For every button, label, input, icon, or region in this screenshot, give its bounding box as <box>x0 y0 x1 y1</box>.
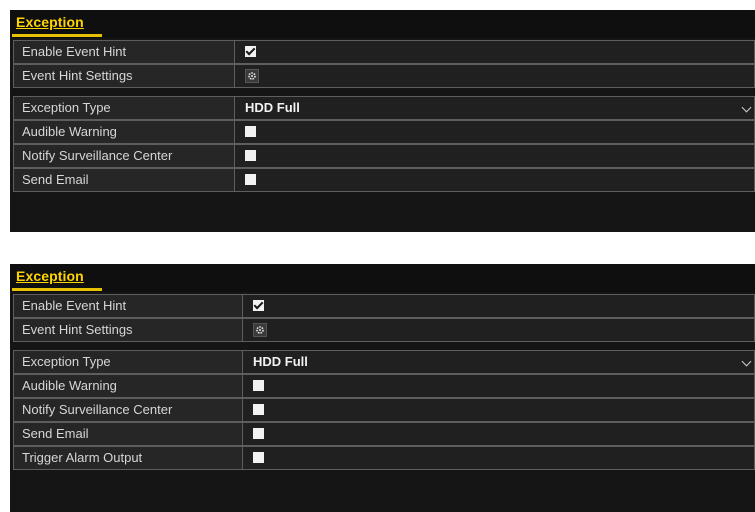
value-cell <box>235 168 755 192</box>
row-enable-event-hint: Enable Event Hint <box>13 294 755 318</box>
gear-icon <box>248 72 256 80</box>
row-label: Enable Event Hint <box>13 294 243 318</box>
value-cell <box>243 422 755 446</box>
row-notify-surveillance-center: Notify Surveillance Center <box>13 398 755 422</box>
exception-panel-top: Exception Enable Event Hint Event Hint S… <box>10 10 755 232</box>
row-send-email: Send Email <box>13 422 755 446</box>
value-cell <box>235 40 755 64</box>
event-hint-settings-button[interactable] <box>245 69 259 83</box>
enable-event-hint-checkbox[interactable] <box>245 46 256 57</box>
row-label: Enable Event Hint <box>13 40 235 64</box>
value-cell <box>235 120 755 144</box>
row-event-hint-settings: Event Hint Settings <box>13 64 755 88</box>
row-notify-surveillance-center: Notify Surveillance Center <box>13 144 755 168</box>
panel-header: Exception <box>10 264 755 292</box>
trigger-alarm-output-checkbox[interactable] <box>253 452 264 463</box>
tab-underline <box>12 288 102 291</box>
row-send-email: Send Email <box>13 168 755 192</box>
send-email-checkbox[interactable] <box>253 428 264 439</box>
row-label: Audible Warning <box>13 120 235 144</box>
value-cell <box>243 318 755 342</box>
row-label: Audible Warning <box>13 374 243 398</box>
exception-options-group: Exception Type HDD Full Audible Warning … <box>13 96 755 192</box>
gear-icon <box>256 326 264 334</box>
exception-type-select[interactable]: HDD Full <box>243 350 755 374</box>
chevron-down-icon <box>741 102 752 113</box>
send-email-checkbox[interactable] <box>245 174 256 185</box>
exception-panel-bottom: Exception Enable Event Hint Event Hint S… <box>10 264 755 512</box>
tab-exception[interactable]: Exception <box>16 14 84 30</box>
row-exception-type: Exception Type HDD Full <box>13 350 755 374</box>
exception-type-value: HDD Full <box>253 354 308 369</box>
value-cell <box>243 294 755 318</box>
exception-options-group: Exception Type HDD Full Audible Warning … <box>13 350 755 470</box>
row-label: Event Hint Settings <box>13 64 235 88</box>
row-label: Send Email <box>13 422 243 446</box>
row-label: Exception Type <box>13 350 243 374</box>
exception-type-select[interactable]: HDD Full <box>235 96 755 120</box>
tab-exception[interactable]: Exception <box>16 268 84 284</box>
value-cell <box>235 64 755 88</box>
row-exception-type: Exception Type HDD Full <box>13 96 755 120</box>
event-hint-settings-button[interactable] <box>253 323 267 337</box>
row-label: Send Email <box>13 168 235 192</box>
notify-surveillance-center-checkbox[interactable] <box>253 404 264 415</box>
row-label: Notify Surveillance Center <box>13 144 235 168</box>
enable-event-hint-checkbox[interactable] <box>253 300 264 311</box>
value-cell <box>243 398 755 422</box>
row-audible-warning: Audible Warning <box>13 120 755 144</box>
row-label: Event Hint Settings <box>13 318 243 342</box>
value-cell <box>243 446 755 470</box>
row-trigger-alarm-output: Trigger Alarm Output <box>13 446 755 470</box>
audible-warning-checkbox[interactable] <box>245 126 256 137</box>
row-label: Trigger Alarm Output <box>13 446 243 470</box>
audible-warning-checkbox[interactable] <box>253 380 264 391</box>
hint-settings-group: Enable Event Hint Event Hint Settings <box>13 40 755 88</box>
row-enable-event-hint: Enable Event Hint <box>13 40 755 64</box>
row-event-hint-settings: Event Hint Settings <box>13 318 755 342</box>
row-audible-warning: Audible Warning <box>13 374 755 398</box>
value-cell <box>235 144 755 168</box>
notify-surveillance-center-checkbox[interactable] <box>245 150 256 161</box>
hint-settings-group: Enable Event Hint Event Hint Settings <box>13 294 755 342</box>
value-cell <box>243 374 755 398</box>
panel-header: Exception <box>10 10 755 38</box>
row-label: Exception Type <box>13 96 235 120</box>
row-label: Notify Surveillance Center <box>13 398 243 422</box>
chevron-down-icon <box>741 356 752 367</box>
tab-underline <box>12 34 102 37</box>
exception-type-value: HDD Full <box>245 100 300 115</box>
